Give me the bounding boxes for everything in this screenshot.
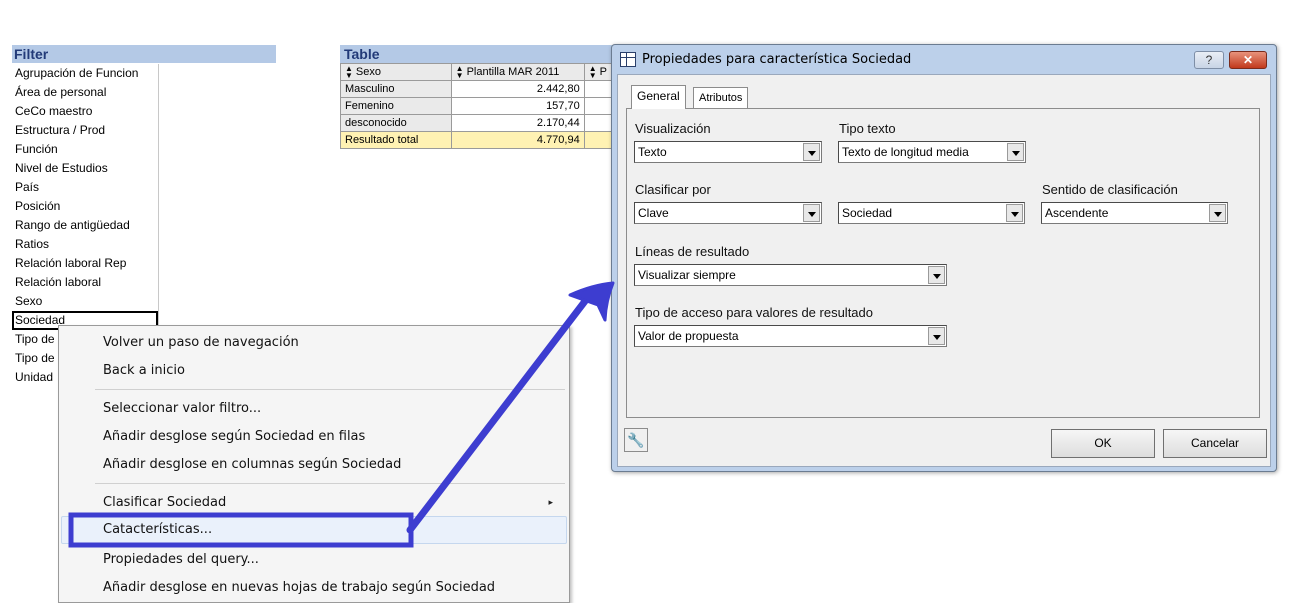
cell-value: 2.170,44 [450,114,585,132]
sort-icon: ▲ ▼ [588,64,597,80]
chevron-down-icon[interactable] [1007,143,1024,161]
total-value: 4.770,94 [450,131,585,149]
results-table: ▲ ▼ Sexo ▲ ▼ Plantilla MAR 2011 ▲ ▼ P Masculin… [340,63,613,149]
wrench-icon[interactable]: 🔧 [624,428,648,452]
tipo-acceso-select[interactable]: Valor de propuesta [634,325,947,347]
cell-empty [583,97,613,115]
ok-button[interactable]: OK [1051,429,1155,458]
select-value: Valor de propuesta [638,329,739,343]
menu-item-seleccionar-filtro[interactable]: Seleccionar valor filtro... [103,397,261,421]
filter-item-ratios[interactable]: Ratios [12,235,158,254]
filter-item-nivel-estudios[interactable]: Nivel de Estudios [12,159,158,178]
table-row: Masculino 2.442,80 [340,80,613,98]
table-icon [620,52,636,67]
tab-atributos[interactable]: Atributos [693,87,749,109]
filter-item-posicion[interactable]: Posición [12,197,158,216]
filter-item-estructura[interactable]: Estructura / Prod [12,121,158,140]
filter-item-funcion[interactable]: Función [12,140,158,159]
cancel-button[interactable]: Cancelar [1163,429,1267,458]
table-total-row: Resultado total 4.770,94 [340,131,613,149]
column-header-p[interactable]: ▲ ▼ P [583,63,613,81]
general-tab-page: Visualización Texto Tipo texto Texto de … [626,108,1260,418]
sort-icon: ▲ ▼ [345,64,353,80]
lineas-resultado-select[interactable]: Visualizar siempre [634,264,947,286]
sort-icon: ▲ ▼ [455,64,464,80]
filter-item-relacion[interactable]: Relación laboral [12,273,158,292]
column-header-label: P [599,65,607,78]
chevron-down-icon[interactable] [1006,204,1023,222]
menu-item-desglose-columnas[interactable]: Añadir desglose en columnas según Socied… [103,453,401,477]
menu-item-desglose-hojas[interactable]: Añadir desglose en nuevas hojas de traba… [103,576,495,600]
cell-value: 157,70 [450,97,585,115]
table-pane: Table ▲ ▼ Sexo ▲ ▼ Plantilla MAR 2011 ▲ ▼ P Ma… [340,45,613,149]
chevron-down-icon[interactable] [1209,204,1226,222]
visualizacion-select[interactable]: Texto [634,141,822,163]
filter-item-relacion-rep[interactable]: Relación laboral Rep [12,254,158,273]
sentido-select[interactable]: Ascendente [1041,202,1228,224]
column-header-plantilla[interactable]: ▲ ▼ Plantilla MAR 2011 [450,63,585,81]
filter-header: Filter [12,45,276,63]
cell-empty [583,80,613,98]
properties-dialog: Propiedades para característica Sociedad… [611,44,1277,472]
chevron-down-icon[interactable] [928,266,945,284]
table-row: desconocido 2.170,44 [340,114,613,132]
column-header-sexo[interactable]: ▲ ▼ Sexo [340,63,452,81]
chevron-down-icon[interactable] [803,143,820,161]
filter-item-agrupacion[interactable]: Agrupación de Funcion [12,64,158,83]
menu-separator [95,389,565,390]
tipo-texto-select[interactable]: Texto de longitud media [838,141,1026,163]
select-value: Visualizar siempre [638,268,736,282]
cell-value: 2.442,80 [450,80,585,98]
menu-item-back-inicio[interactable]: Back a inicio [103,359,185,383]
menu-item-caracteristicas[interactable]: Catacterísticas... [103,518,212,542]
filter-item-area-personal[interactable]: Área de personal [12,83,158,102]
menu-item-clasificar[interactable]: Clasificar Sociedad [103,491,226,515]
clasificar-label: Clasificar por [635,182,711,197]
total-label: Resultado total [340,131,452,149]
tab-general[interactable]: General [631,85,686,109]
table-header-row: ▲ ▼ Sexo ▲ ▼ Plantilla MAR 2011 ▲ ▼ P [340,63,613,81]
cell-empty [583,114,613,132]
context-menu: Volver un paso de navegación Back a inic… [58,325,570,603]
tipo-acceso-label: Tipo de acceso para valores de resultado [635,305,873,320]
dialog-body: General Atributos Visualización Texto Ti… [617,74,1271,467]
clasificar-caracteristica-select[interactable]: Sociedad [838,202,1025,224]
sentido-label: Sentido de clasificación [1042,182,1178,197]
column-header-label: Plantilla MAR 2011 [466,65,560,78]
select-value: Texto de longitud media [842,145,969,159]
filter-item-pais[interactable]: País [12,178,158,197]
lineas-resultado-label: Líneas de resultado [635,244,750,259]
select-value: Sociedad [842,206,893,220]
row-label[interactable]: Femenino [340,97,452,115]
close-button[interactable]: ✕ [1229,51,1267,69]
tipo-texto-label: Tipo texto [839,121,896,136]
row-label[interactable]: desconocido [340,114,452,132]
cell-empty [583,131,613,149]
submenu-arrow-icon: ▸ [548,498,553,508]
table-header: Table [340,45,612,63]
dialog-title: Propiedades para característica Sociedad [642,52,912,67]
chevron-down-icon[interactable] [928,327,945,345]
column-header-label: Sexo [355,65,381,78]
clasificar-select[interactable]: Clave [634,202,822,224]
table-row: Femenino 157,70 [340,97,613,115]
select-value: Texto [638,145,667,159]
row-label[interactable]: Masculino [340,80,452,98]
menu-separator [95,483,565,484]
chevron-down-icon[interactable] [803,204,820,222]
visualizacion-label: Visualización [635,121,711,136]
menu-item-propiedades-query[interactable]: Propiedades del query... [103,548,259,572]
filter-item-ceco[interactable]: CeCo maestro [12,102,158,121]
menu-item-volver[interactable]: Volver un paso de navegación [103,331,299,355]
menu-item-desglose-filas[interactable]: Añadir desglose según Sociedad en filas [103,425,365,449]
filter-item-sexo[interactable]: Sexo [12,292,158,311]
help-button[interactable]: ? [1194,51,1224,69]
select-value: Ascendente [1045,206,1109,220]
filter-item-antiguedad[interactable]: Rango de antigüedad [12,216,158,235]
select-value: Clave [638,206,669,220]
